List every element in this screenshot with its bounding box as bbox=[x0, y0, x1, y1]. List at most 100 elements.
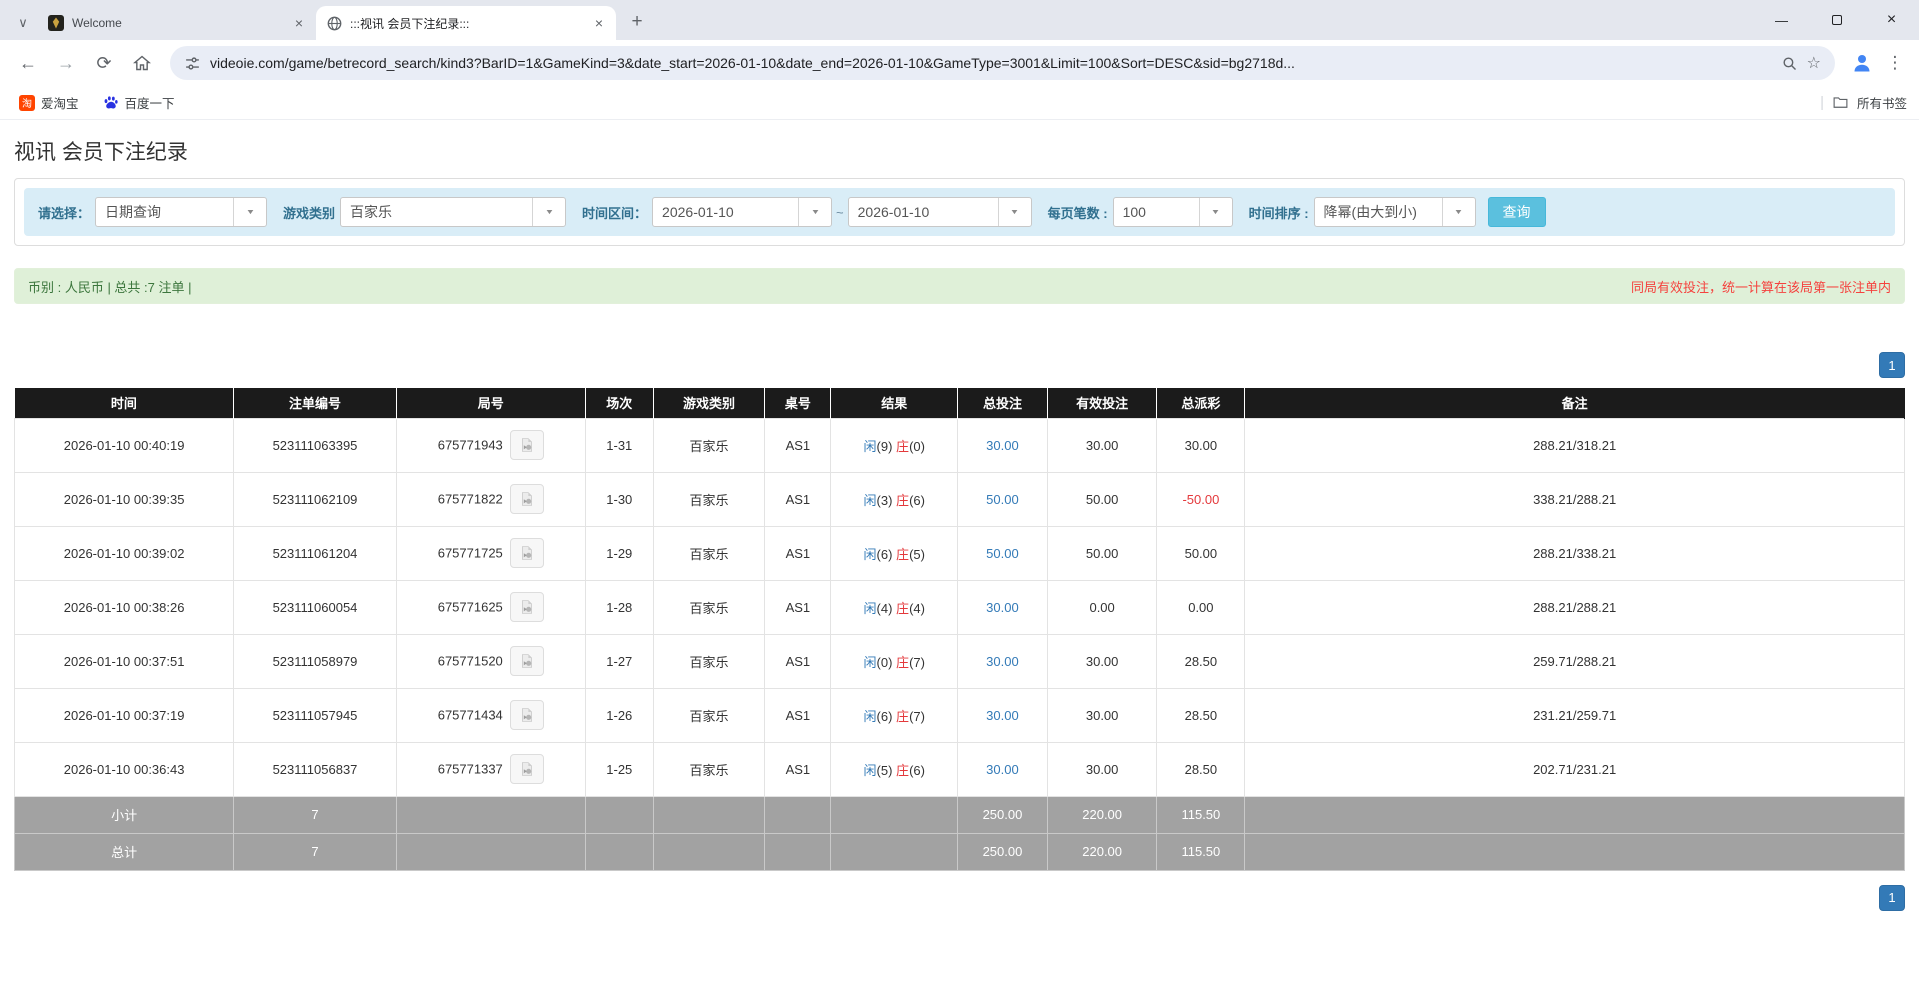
cell-payout: 50.00 bbox=[1157, 526, 1245, 580]
new-tab-button[interactable]: + bbox=[622, 7, 652, 37]
pagination-top: 1 bbox=[14, 352, 1905, 378]
sort-order-select[interactable]: 降幂(由大到小) ▼ bbox=[1314, 197, 1476, 227]
video-replay-button[interactable] bbox=[510, 700, 544, 730]
cell-result: 闲(0) 庄(7) bbox=[831, 634, 958, 688]
query-type-select[interactable]: 日期查询 ▼ bbox=[95, 197, 267, 227]
chevron-down-icon[interactable]: ▼ bbox=[998, 198, 1031, 226]
video-replay-button[interactable] bbox=[510, 484, 544, 514]
search-button[interactable]: 查询 bbox=[1488, 197, 1546, 227]
cell-payout: 28.50 bbox=[1157, 742, 1245, 796]
cell-total_bet[interactable]: 50.00 bbox=[958, 472, 1048, 526]
close-icon[interactable]: × bbox=[290, 14, 308, 32]
chevron-down-icon[interactable]: ▼ bbox=[798, 198, 831, 226]
page-title: 视讯 会员下注纪录 bbox=[14, 136, 1905, 166]
footer-cell-payout: 115.50 bbox=[1157, 833, 1245, 870]
browser-window: ∨ Welcome × :::视讯 会员下注纪录::: × + — × ← → … bbox=[0, 0, 1919, 120]
video-replay-button[interactable] bbox=[510, 754, 544, 784]
column-header-session: 场次 bbox=[585, 388, 653, 418]
browser-menu-button[interactable]: ⋮ bbox=[1881, 46, 1909, 80]
cell-total_bet[interactable]: 30.00 bbox=[958, 580, 1048, 634]
per-page-input[interactable]: 100 ▼ bbox=[1113, 197, 1233, 227]
chevron-down-icon: ∨ bbox=[18, 15, 28, 31]
cell-total_bet[interactable]: 30.00 bbox=[958, 634, 1048, 688]
chevron-down-icon[interactable]: ▼ bbox=[1199, 198, 1232, 226]
cell-session: 1-29 bbox=[585, 526, 653, 580]
date-start-input[interactable]: 2026-01-10 ▼ bbox=[652, 197, 832, 227]
home-button[interactable] bbox=[124, 45, 160, 81]
pagination-bottom: 1 bbox=[14, 885, 1905, 911]
tab-betrecord[interactable]: :::视讯 会员下注纪录::: × bbox=[316, 6, 616, 40]
summary-bar: 币别 : 人民币 | 总共 :7 注单 | 同局有效投注，统一计算在该局第一张注… bbox=[14, 268, 1905, 304]
game-category-select[interactable]: 百家乐 ▼ bbox=[340, 197, 566, 227]
tab-search-button[interactable]: ∨ bbox=[8, 6, 38, 40]
forward-button[interactable]: → bbox=[48, 45, 84, 81]
chevron-down-icon[interactable]: ▼ bbox=[233, 198, 266, 226]
cell-time: 2026-01-10 00:40:19 bbox=[15, 418, 234, 472]
cell-valid_bet: 50.00 bbox=[1047, 526, 1157, 580]
table-row: 2026-01-10 00:38:26523111060054675771625… bbox=[15, 580, 1905, 634]
bookmark-star-icon[interactable]: ☆ bbox=[1807, 53, 1821, 73]
reload-button[interactable]: ⟳ bbox=[86, 45, 122, 81]
cell-time: 2026-01-10 00:39:02 bbox=[15, 526, 234, 580]
bookmark-taobao[interactable]: 淘 爱淘宝 bbox=[12, 90, 86, 115]
cell-session: 1-30 bbox=[585, 472, 653, 526]
video-replay-button[interactable] bbox=[510, 538, 544, 568]
video-replay-button[interactable] bbox=[510, 592, 544, 622]
query-type-label: 请选择： bbox=[38, 203, 90, 222]
cell-table_no: AS1 bbox=[765, 742, 831, 796]
video-replay-button[interactable] bbox=[510, 646, 544, 676]
footer-cell-table_no bbox=[765, 833, 831, 870]
banker-label: 庄 bbox=[896, 655, 909, 670]
bookmark-baidu[interactable]: 百度一下 bbox=[96, 90, 182, 115]
date-end-input[interactable]: 2026-01-10 ▼ bbox=[848, 197, 1032, 227]
page-1-button[interactable]: 1 bbox=[1879, 352, 1905, 378]
subtotal-row: 小计7250.00220.00115.50 bbox=[15, 796, 1905, 833]
round-number: 675771943 bbox=[438, 438, 503, 453]
cell-total_bet[interactable]: 50.00 bbox=[958, 526, 1048, 580]
per-page-label: 每页笔数 : bbox=[1048, 203, 1108, 222]
table-row: 2026-01-10 00:39:35523111062109675771822… bbox=[15, 472, 1905, 526]
site-settings-icon[interactable] bbox=[184, 55, 201, 72]
date-start-value: 2026-01-10 bbox=[653, 198, 798, 226]
round-number: 675771337 bbox=[438, 762, 503, 777]
column-header-total_bet: 总投注 bbox=[958, 388, 1048, 418]
home-icon bbox=[132, 53, 152, 73]
player-label: 闲 bbox=[864, 493, 877, 508]
chevron-down-icon[interactable]: ▼ bbox=[1442, 198, 1475, 226]
player-label: 闲 bbox=[864, 709, 877, 724]
table-row: 2026-01-10 00:39:02523111061204675771725… bbox=[15, 526, 1905, 580]
cell-total_bet[interactable]: 30.00 bbox=[958, 418, 1048, 472]
back-button[interactable]: ← bbox=[10, 45, 46, 81]
globe-favicon-icon bbox=[326, 15, 342, 31]
cell-time: 2026-01-10 00:37:19 bbox=[15, 688, 234, 742]
chevron-down-icon[interactable]: ▼ bbox=[532, 198, 565, 226]
cell-session: 1-27 bbox=[585, 634, 653, 688]
currency-summary-text: 币别 : 人民币 | 总共 :7 注单 | bbox=[28, 277, 192, 296]
all-bookmarks-button[interactable]: | 所有书签 bbox=[1820, 93, 1907, 112]
player-label: 闲 bbox=[864, 601, 877, 616]
address-bar[interactable]: videoie.com/game/betrecord_search/kind3?… bbox=[170, 46, 1835, 80]
cell-valid_bet: 30.00 bbox=[1047, 418, 1157, 472]
cell-total_bet[interactable]: 30.00 bbox=[958, 688, 1048, 742]
cell-round: 675771943 bbox=[396, 418, 585, 472]
game-category-value: 百家乐 bbox=[341, 198, 532, 226]
maximize-button[interactable] bbox=[1809, 0, 1864, 40]
video-replay-button[interactable] bbox=[510, 430, 544, 460]
footer-cell-result bbox=[831, 833, 958, 870]
close-window-button[interactable]: × bbox=[1864, 0, 1919, 40]
minimize-button[interactable]: — bbox=[1754, 0, 1809, 40]
bookmark-label: 爱淘宝 bbox=[41, 93, 79, 112]
profile-avatar[interactable] bbox=[1845, 46, 1879, 80]
url-text[interactable]: videoie.com/game/betrecord_search/kind3?… bbox=[210, 55, 1772, 71]
zoom-icon[interactable] bbox=[1781, 55, 1798, 72]
page-1-button[interactable]: 1 bbox=[1879, 885, 1905, 911]
cell-payout: 30.00 bbox=[1157, 418, 1245, 472]
column-header-payout: 总派彩 bbox=[1157, 388, 1245, 418]
round-number: 675771520 bbox=[438, 654, 503, 669]
column-header-game: 游戏类别 bbox=[653, 388, 765, 418]
cell-total_bet[interactable]: 30.00 bbox=[958, 742, 1048, 796]
player-label: 闲 bbox=[864, 547, 877, 562]
close-icon[interactable]: × bbox=[590, 14, 608, 32]
table-row: 2026-01-10 00:37:19523111057945675771434… bbox=[15, 688, 1905, 742]
tab-welcome[interactable]: Welcome × bbox=[38, 6, 316, 40]
